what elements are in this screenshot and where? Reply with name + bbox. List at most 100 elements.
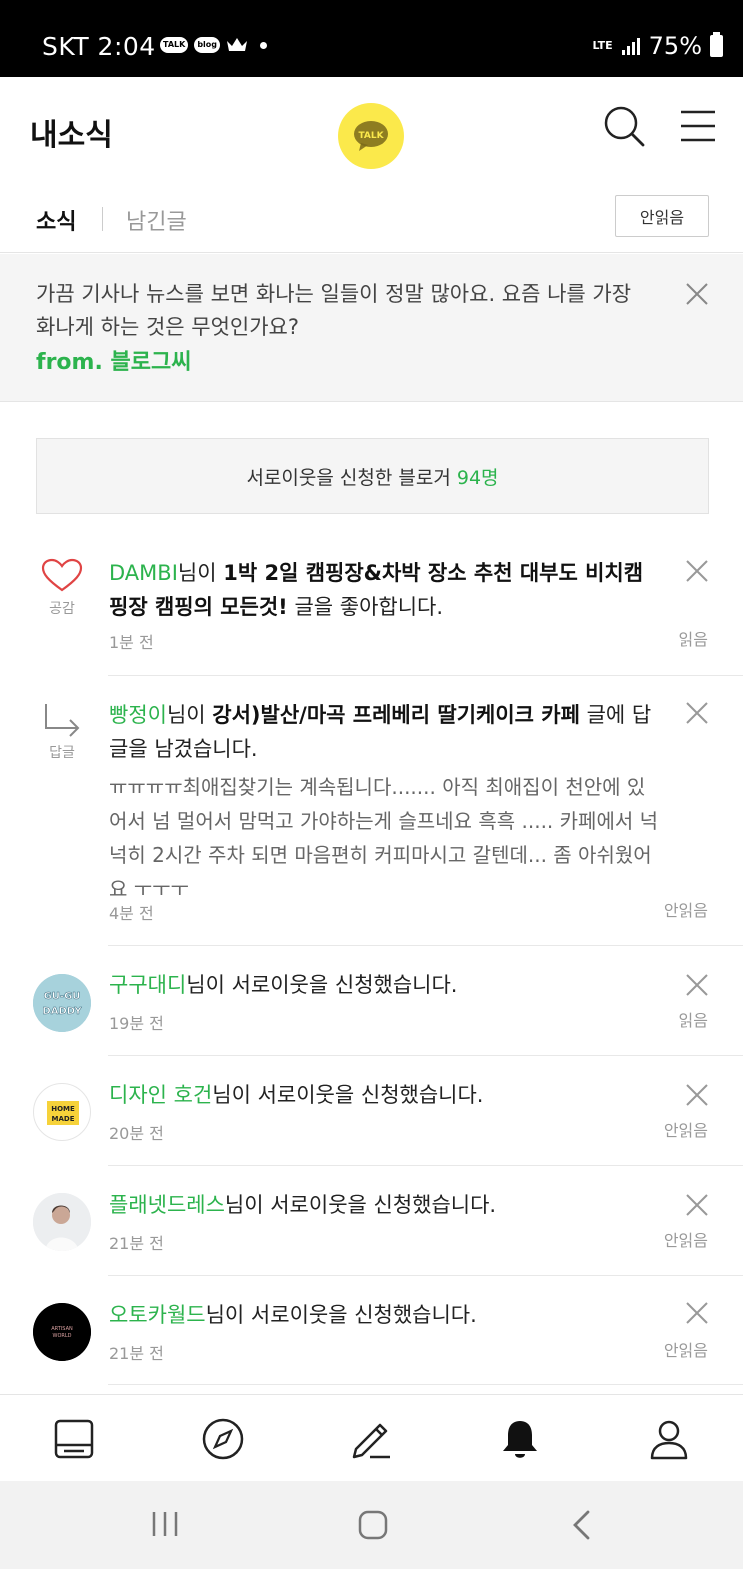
list-item[interactable]: 플래넷드레스님이 서로이웃을 신청했습니다. 21분 전 안읽음 bbox=[0, 1166, 743, 1276]
reply-label: 답글 bbox=[49, 745, 75, 761]
user-name[interactable]: 플래넷드레스 bbox=[109, 1193, 225, 1217]
read-status: 안읽음 bbox=[663, 1231, 708, 1250]
close-icon[interactable] bbox=[685, 973, 709, 997]
home-icon[interactable] bbox=[357, 1509, 389, 1541]
user-name[interactable]: 빵정이 bbox=[109, 703, 167, 727]
battery-percent: 75% bbox=[648, 32, 702, 60]
list-item[interactable]: ARTISAN WORLD 오토카월드님이 서로이웃을 신청했습니다. 21분 … bbox=[0, 1276, 743, 1386]
reply-excerpt[interactable]: ㅠㅠㅠㅠ최애집찾기는 계속됩니다....... 아직 최애집이 천안에 있어서 … bbox=[109, 770, 659, 906]
blog-question-banner[interactable]: 가끔 기사나 뉴스를 보면 화나는 일들이 정말 많아요. 요즘 나를 가장 화… bbox=[0, 254, 743, 402]
lte-icon: LTE bbox=[592, 39, 613, 52]
app-header: 내소식 TALK bbox=[0, 77, 743, 187]
divider bbox=[108, 1384, 743, 1385]
battery-icon bbox=[710, 32, 723, 57]
status-notifications: TALK blog bbox=[160, 36, 268, 54]
hamburger-menu-icon[interactable] bbox=[680, 109, 716, 143]
banner-text: 가끔 기사나 뉴스를 보면 화나는 일들이 정말 많아요. 요즘 나를 가장 화… bbox=[36, 282, 632, 339]
notification-text: 디자인 호건님이 서로이웃을 신청했습니다. bbox=[109, 1078, 659, 1112]
pencil-icon[interactable] bbox=[350, 1417, 394, 1461]
action-text: 님이 서로이웃을 신청했습니다. bbox=[212, 1083, 484, 1107]
notification-text: 빵정이님이 강서)발산/마곡 프레베리 딸기케이크 카페 글에 답글을 남겼습니… bbox=[109, 698, 659, 766]
talk-notification-icon: TALK bbox=[160, 37, 189, 53]
reply-arrow-icon bbox=[45, 704, 80, 737]
unread-filter-button[interactable]: 안읽음 bbox=[615, 195, 709, 237]
action-text: 님이 서로이웃을 신청했습니다. bbox=[205, 1303, 477, 1327]
bell-icon[interactable] bbox=[498, 1417, 542, 1461]
search-icon[interactable] bbox=[603, 105, 645, 147]
avatar-text-top: GU-GU bbox=[44, 991, 81, 1002]
read-status: 안읽음 bbox=[663, 1341, 708, 1360]
avatar-text-bottom: MADE bbox=[52, 1115, 75, 1123]
tab-bar: 소식 남긴글 안읽음 bbox=[0, 187, 743, 253]
user-name[interactable]: 오토카월드 bbox=[109, 1303, 206, 1327]
read-status: 읽음 bbox=[678, 630, 708, 649]
list-item[interactable]: 공감 DAMBI님이 1박 2일 캠핑장&차박 장소 추천 대부도 비치캠핑장 … bbox=[0, 540, 743, 676]
action-text: 님이 서로이웃을 신청했습니다. bbox=[186, 973, 458, 997]
status-right: LTE 75% bbox=[592, 32, 723, 60]
kakao-talk-button[interactable]: TALK bbox=[338, 103, 404, 169]
tab-divider bbox=[102, 207, 103, 231]
tab-left-posts[interactable]: 남긴글 bbox=[126, 204, 187, 236]
system-navigation-bar bbox=[0, 1481, 743, 1569]
post-title[interactable]: 강서)발산/마곡 프레베리 딸기케이크 카페 bbox=[212, 703, 580, 727]
close-icon[interactable] bbox=[685, 559, 709, 583]
page-title: 내소식 bbox=[30, 118, 113, 153]
user-name[interactable]: 디자인 호건 bbox=[109, 1083, 212, 1107]
avatar-text-bottom: DADDY bbox=[42, 1006, 82, 1017]
more-notifications-dot bbox=[260, 41, 268, 49]
action-text: 님이 서로이웃을 신청했습니다. bbox=[224, 1193, 497, 1217]
close-icon[interactable] bbox=[685, 1083, 709, 1107]
avatar-text-bottom: WORLD bbox=[53, 1333, 72, 1339]
neighbor-request-count: 94명 bbox=[456, 466, 499, 489]
list-item[interactable]: HOME MADE 디자인 호건님이 서로이웃을 신청했습니다. 20분 전 안… bbox=[0, 1056, 743, 1166]
banner-from: from. 블로그씨 bbox=[36, 350, 192, 375]
crown-icon bbox=[227, 38, 248, 51]
status-bar: SKT 2:04 TALK blog LTE 75% bbox=[0, 0, 743, 77]
user-name[interactable]: 구구대디 bbox=[109, 973, 186, 997]
text-suffix: 님이 bbox=[177, 561, 224, 585]
avatar[interactable]: HOME MADE bbox=[33, 1083, 91, 1141]
list-item[interactable]: 답글 빵정이님이 강서)발산/마곡 프레베리 딸기케이크 카페 글에 답글을 남… bbox=[0, 676, 743, 946]
talk-bubble-icon: TALK bbox=[354, 121, 388, 151]
timestamp: 19분 전 bbox=[109, 1014, 164, 1033]
neighbor-request-box[interactable]: 서로이웃을 신청한 블로거 94명 bbox=[36, 438, 709, 514]
action-text: 글을 좋아합니다. bbox=[287, 595, 444, 619]
read-status: 안읽음 bbox=[663, 1121, 708, 1140]
avatar[interactable] bbox=[33, 1193, 91, 1251]
avatar[interactable]: ARTISAN WORLD bbox=[33, 1303, 91, 1361]
notification-text: DAMBI님이 1박 2일 캠핑장&차박 장소 추천 대부도 비치캠핑장 캠핑의… bbox=[109, 556, 659, 624]
close-icon[interactable] bbox=[685, 282, 709, 306]
close-icon[interactable] bbox=[685, 701, 709, 725]
feed-icon[interactable] bbox=[52, 1417, 96, 1461]
avatar-text-top: ARTISAN bbox=[51, 1326, 73, 1332]
notification-text: 오토카월드님이 서로이웃을 신청했습니다. bbox=[109, 1298, 659, 1332]
timestamp: 21분 전 bbox=[109, 1234, 164, 1253]
compass-icon[interactable] bbox=[201, 1417, 245, 1461]
blog-notification-icon: blog bbox=[194, 37, 221, 53]
back-icon[interactable] bbox=[570, 1509, 594, 1541]
recent-apps-icon[interactable] bbox=[150, 1509, 180, 1539]
read-status: 안읽음 bbox=[663, 901, 708, 920]
notification-text: 플래넷드레스님이 서로이웃을 신청했습니다. bbox=[109, 1188, 659, 1222]
user-name[interactable]: DAMBI bbox=[109, 561, 178, 585]
read-status: 읽음 bbox=[678, 1011, 708, 1030]
talk-label: TALK bbox=[358, 131, 384, 141]
profile-icon[interactable] bbox=[647, 1417, 691, 1461]
timestamp: 4분 전 bbox=[109, 904, 154, 923]
tab-news[interactable]: 소식 bbox=[36, 204, 76, 236]
timestamp: 21분 전 bbox=[109, 1344, 164, 1363]
close-icon[interactable] bbox=[685, 1193, 709, 1217]
like-label: 공감 bbox=[49, 601, 75, 617]
signal-icon bbox=[621, 38, 640, 55]
timestamp: 1분 전 bbox=[109, 633, 154, 652]
notification-text: 구구대디님이 서로이웃을 신청했습니다. bbox=[109, 968, 659, 1002]
heart-icon bbox=[41, 558, 83, 592]
neighbor-request-text: 서로이웃을 신청한 블로거 bbox=[246, 466, 451, 489]
list-item[interactable]: GU-GU DADDY 구구대디님이 서로이웃을 신청했습니다. 19분 전 읽… bbox=[0, 946, 743, 1056]
close-icon[interactable] bbox=[685, 1301, 709, 1325]
text-suffix: 님이 bbox=[166, 703, 213, 727]
status-time: SKT 2:04 bbox=[42, 32, 156, 61]
avatar-text-top: HOME bbox=[51, 1105, 75, 1113]
avatar[interactable]: GU-GU DADDY bbox=[33, 974, 91, 1032]
timestamp: 20분 전 bbox=[109, 1124, 164, 1143]
